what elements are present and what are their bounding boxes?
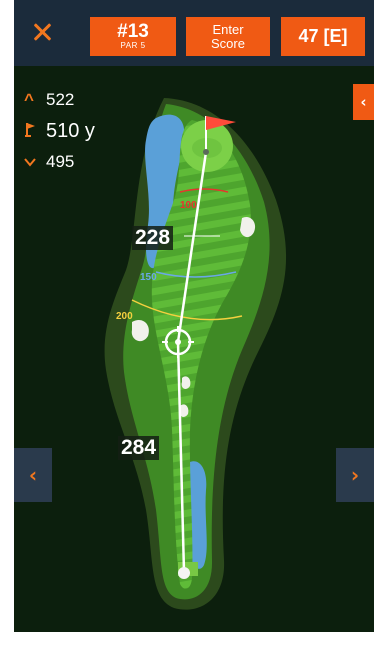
chevron-down-icon: [24, 152, 42, 172]
top-bar: #13 PAR 5 Enter Score 47 [E]: [14, 0, 374, 66]
previous-hole-button[interactable]: ‹: [14, 448, 52, 502]
middle-distance: 510 y: [24, 120, 95, 143]
back-distance: ^ 522: [24, 90, 74, 110]
arc-100-label: 100: [180, 200, 197, 211]
back-distance-value: 522: [46, 90, 75, 109]
distance-to-pin-label: 228: [132, 226, 174, 250]
close-icon[interactable]: [33, 23, 51, 41]
enter-score-button[interactable]: Enter Score: [186, 17, 270, 56]
chevron-up-icon: ^: [24, 90, 34, 109]
total-score-button[interactable]: 47 [E]: [281, 17, 365, 56]
hole-par: PAR 5: [120, 40, 146, 50]
enter-score-line1: Enter: [212, 21, 244, 37]
chevron-right-icon: ›: [350, 463, 360, 487]
flag-icon: [24, 120, 42, 143]
enter-score-line2: Score: [211, 35, 245, 51]
middle-distance-value: 510 y: [46, 120, 95, 142]
next-hole-button[interactable]: ›: [336, 448, 374, 502]
ball-position: [178, 567, 190, 579]
front-distance-value: 495: [46, 152, 75, 171]
chevron-left-icon: ‹: [28, 463, 38, 487]
chevron-left-icon[interactable]: ‹: [353, 84, 374, 120]
hole-selector-button[interactable]: #13 PAR 5: [90, 17, 176, 56]
arc-150-label: 150: [140, 272, 157, 283]
front-distance: 495: [24, 152, 74, 172]
arc-200-label: 200: [116, 311, 133, 322]
golf-gps-screen: 228 284 100 150 200 #13 PAR 5 Enter Scor…: [14, 0, 374, 632]
distance-from-tee-label: 284: [118, 436, 160, 460]
hole-number: #13: [117, 20, 149, 42]
